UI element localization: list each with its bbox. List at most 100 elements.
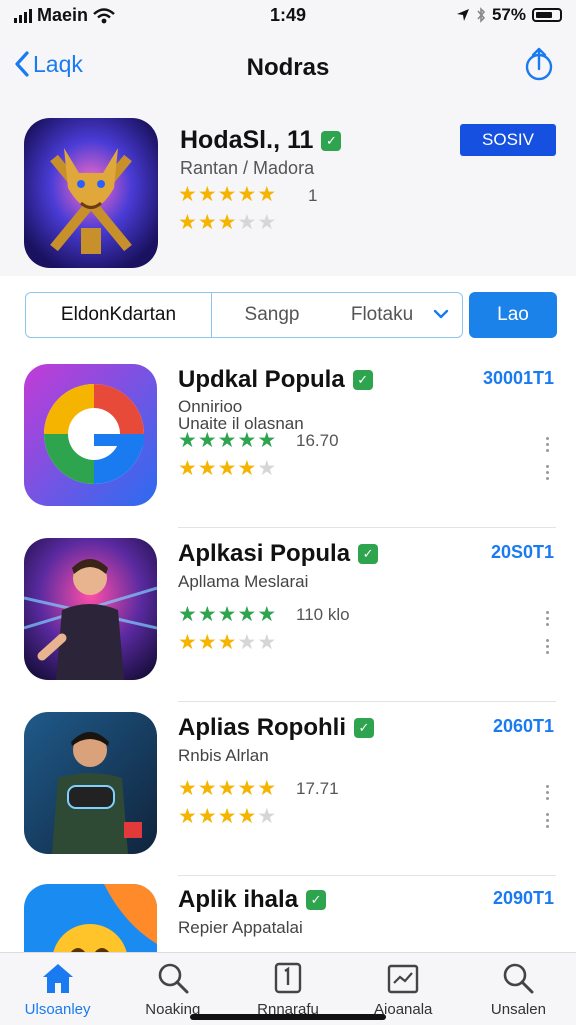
star-icon: ★: [178, 805, 197, 828]
app-subtitle: Repier Appatalai: [178, 918, 303, 937]
star-icon: ★: [178, 457, 197, 480]
app-rating-stars-secondary: ★ ★ ★ ★ ★: [178, 632, 276, 654]
star-icon: ★: [257, 777, 277, 800]
more-options-icon[interactable]: [544, 608, 550, 657]
star-icon: ★: [178, 211, 197, 234]
star-icon: ★: [237, 603, 257, 626]
star-icon: ★: [257, 183, 277, 206]
list-item[interactable]: Aplkasi Popula ✓ 20S0T1 Apllama Meslarai …: [0, 532, 576, 702]
app-icon: [24, 884, 157, 952]
divider: [178, 875, 556, 876]
app-price-button[interactable]: 20S0T1: [491, 542, 554, 563]
list-item[interactable]: Aplik ihala ✓ 2090T1 Repier Appatalai: [0, 878, 576, 952]
app-rating-stars: ★ ★ ★ ★ ★: [178, 430, 276, 452]
star-icon: ★: [197, 777, 217, 800]
star-icon: ★: [237, 183, 257, 206]
star-icon: ★: [217, 631, 237, 654]
more-options-icon[interactable]: [544, 782, 550, 831]
star-icon: ★: [217, 603, 237, 626]
star-icon: ★: [197, 211, 217, 234]
load-button[interactable]: Lao: [469, 292, 557, 338]
star-icon: ★: [257, 805, 277, 828]
star-icon: ★: [217, 429, 237, 452]
app-name: Updkal Popula ✓: [178, 366, 373, 394]
home-indicator: [190, 1014, 386, 1020]
featured-app-name: HodaSl., 11 ✓: [180, 126, 342, 155]
app-subtitle: Onnirioo Unaite il olasnan: [178, 397, 304, 433]
star-icon: ★: [178, 777, 197, 800]
status-right: 57%: [456, 5, 562, 25]
divider: [178, 701, 556, 702]
search-icon: [158, 963, 189, 994]
app-subtitle: Rnbis Alrlan: [178, 746, 269, 765]
verified-badge-icon: ✓: [321, 130, 342, 151]
app-icon: [24, 712, 157, 854]
star-icon: ★: [257, 211, 277, 234]
app-rating-stars-secondary: ★ ★ ★ ★ ★: [178, 458, 276, 480]
star-icon: ★: [178, 603, 197, 626]
star-icon: ★: [197, 631, 217, 654]
page-title: Nodras: [246, 54, 330, 81]
tab-2[interactable]: Flotaku: [332, 293, 432, 337]
star-icon: ★: [197, 805, 217, 828]
featured-app-subtitle: Rantan / Madora: [180, 158, 315, 178]
star-icon: ★: [197, 603, 217, 626]
app-icon: [24, 364, 157, 506]
search-icon: [504, 963, 534, 994]
verified-badge-icon: ✓: [306, 890, 327, 910]
share-button[interactable]: [524, 46, 554, 87]
app-icon: [24, 538, 157, 680]
star-icon: ★: [178, 429, 197, 452]
star-icon: ★: [237, 805, 257, 828]
verified-badge-icon: ✓: [352, 370, 373, 390]
status-bar: Maein 1:49 57%: [0, 0, 576, 30]
app-rating-count: 16.70: [296, 431, 339, 450]
featured-app: HodaSl., 11 ✓ Rantan / Madora SOSIV ★ ★ ★ ★…: [0, 106, 576, 276]
app-subtitle: Apllama Meslarai: [178, 572, 309, 591]
featured-rating-count: 1: [308, 186, 318, 205]
featured-app-icon[interactable]: [24, 118, 158, 268]
tabbar-item-0[interactable]: Ulsoanley: [0, 953, 115, 1025]
tabbar-item-4[interactable]: Unsalen: [461, 953, 576, 1025]
app-name: Aplias Ropohli ✓: [178, 714, 374, 742]
star-icon: ★: [217, 777, 237, 800]
more-options-icon[interactable]: [544, 434, 550, 483]
divider: [178, 527, 556, 528]
featured-rating-stars-secondary: ★ ★ ★ ★ ★: [178, 212, 276, 234]
chart-icon: [388, 964, 419, 994]
star-icon: ★: [178, 183, 197, 206]
tab-0[interactable]: EldonKdartan: [26, 293, 212, 337]
star-icon: ★: [178, 631, 197, 654]
nav-bar: Laqk Nodras: [0, 30, 576, 106]
list-item[interactable]: Updkal Popula ✓ 30001T1 Onnirioo Unaite il…: [0, 358, 576, 528]
star-icon: ★: [257, 603, 277, 626]
category-tabs: EldonKdartan Sangp Flotaku: [25, 292, 463, 338]
star-icon: ★: [237, 457, 257, 480]
star-icon: ★: [217, 211, 237, 234]
app-name: Aplik ihala ✓: [178, 886, 327, 914]
app-price-button[interactable]: 2060T1: [493, 716, 554, 737]
star-icon: ★: [197, 457, 217, 480]
app-rating-stars: ★ ★ ★ ★ ★: [178, 778, 276, 800]
verified-badge-icon: ✓: [358, 544, 379, 564]
star-icon: ★: [217, 805, 237, 828]
battery-percent: 57%: [491, 5, 526, 24]
list-item[interactable]: Aplias Ropohli ✓ 2060T1 Rnbis Alrlan ★ ★ ★ ★…: [0, 706, 576, 876]
star-icon: ★: [237, 631, 257, 654]
app-price-button[interactable]: 2090T1: [493, 888, 554, 909]
star-icon: ★: [217, 457, 237, 480]
app-rating-stars-secondary: ★ ★ ★ ★ ★: [178, 806, 276, 828]
featured-get-button[interactable]: SOSIV: [460, 124, 556, 156]
app-name: Aplkasi Popula ✓: [178, 540, 379, 568]
tab-1[interactable]: Sangp: [212, 293, 332, 337]
star-icon: ★: [257, 631, 277, 654]
chevron-down-icon[interactable]: [432, 305, 450, 323]
battery-icon: [532, 8, 562, 22]
star-icon: ★: [197, 183, 217, 206]
star-icon: ★: [217, 183, 237, 206]
star-icon: ★: [197, 429, 217, 452]
star-icon: ★: [237, 777, 257, 800]
app-price-button[interactable]: 30001T1: [483, 368, 554, 389]
featured-rating-stars: ★ ★ ★ ★ ★: [178, 184, 276, 206]
location-icon: [456, 9, 469, 21]
